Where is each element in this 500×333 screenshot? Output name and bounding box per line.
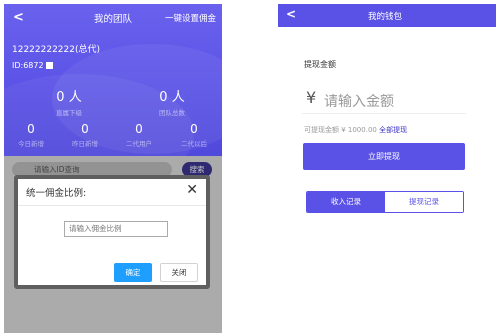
wallet-nav-bar: < 我的钱包 bbox=[278, 4, 496, 27]
stat-value: 0 人 bbox=[159, 90, 185, 105]
back-button[interactable]: < bbox=[286, 7, 296, 21]
stat-label: 今日新增 bbox=[18, 140, 44, 148]
amount-placeholder: 请输入金额 bbox=[324, 94, 394, 110]
stat-label: 直属下级 bbox=[56, 109, 82, 117]
amount-label: 提现金额 bbox=[304, 60, 336, 69]
close-button[interactable]: 关闭 bbox=[160, 263, 198, 282]
stat-after-second-gen: 0 二代以后 bbox=[166, 122, 222, 148]
tab-withdraw-records[interactable]: 提现记录 bbox=[385, 192, 463, 212]
record-tabs: 收入记录 提现记录 bbox=[306, 191, 464, 213]
stat-yesterday-new: 0 昨日新增 bbox=[58, 122, 112, 148]
wallet-page: < 我的钱包 提现金额 ¥ 请输入金额 可提现金额 ¥ 1000.00 全部提现… bbox=[278, 4, 496, 333]
amount-input[interactable]: ¥ 请输入金额 bbox=[302, 86, 466, 114]
stat-value: 0 bbox=[81, 122, 89, 136]
withdraw-button[interactable]: 立即提现 bbox=[303, 143, 465, 170]
withdraw-all-link[interactable]: 全部提现 bbox=[379, 126, 407, 134]
close-icon[interactable]: ✕ bbox=[186, 182, 198, 198]
team-page: < 我的团队 一键设置佣金 12222222222(总代) ID:6872 0 … bbox=[4, 4, 222, 333]
stat-direct-subordinates: 0 人 直属下级 bbox=[34, 86, 104, 117]
divider bbox=[18, 205, 206, 206]
currency-symbol: ¥ bbox=[306, 88, 317, 107]
stat-today-new: 0 今日新增 bbox=[4, 122, 58, 148]
stat-label: 二代用户 bbox=[126, 140, 152, 148]
available-amount-text: 可提现金额 ¥ 1000.00 bbox=[304, 126, 377, 134]
copy-icon[interactable] bbox=[45, 62, 53, 69]
stat-value: 0 bbox=[190, 122, 198, 136]
dialog-title: 统一佣金比例: bbox=[26, 188, 87, 199]
team-nav-bar: < 我的团队 一键设置佣金 bbox=[4, 4, 222, 32]
page-title: 我的钱包 bbox=[368, 12, 403, 22]
stat-second-gen: 0 二代用户 bbox=[112, 122, 166, 148]
set-all-commission-button[interactable]: 一键设置佣金 bbox=[165, 12, 216, 24]
tab-income-records[interactable]: 收入记录 bbox=[307, 192, 385, 212]
stat-value: 0 bbox=[135, 122, 143, 136]
commission-ratio-input[interactable]: 请输入佣金比例 bbox=[64, 221, 168, 237]
team-header: < 我的团队 一键设置佣金 12222222222(总代) ID:6872 0 … bbox=[4, 4, 222, 156]
screen: < 我的团队 一键设置佣金 12222222222(总代) ID:6872 0 … bbox=[0, 0, 500, 333]
confirm-button[interactable]: 确定 bbox=[114, 263, 152, 282]
stat-label: 团队总数 bbox=[159, 109, 185, 117]
commission-dialog: 统一佣金比例: ✕ 请输入佣金比例 确定 关闭 bbox=[14, 175, 210, 289]
available-amount: 可提现金额 ¥ 1000.00 全部提现 bbox=[304, 125, 407, 135]
back-button[interactable]: < bbox=[13, 10, 24, 25]
stat-label: 二代以后 bbox=[181, 140, 207, 148]
user-id-text: ID:6872 bbox=[12, 61, 44, 70]
page-title: 我的团队 bbox=[94, 14, 133, 25]
stat-label: 昨日新增 bbox=[72, 140, 98, 148]
user-name: 12222222222(总代) bbox=[12, 45, 101, 55]
stat-team-total: 0 人 团队总数 bbox=[132, 86, 212, 117]
user-id: ID:6872 bbox=[12, 61, 53, 70]
stat-value: 0 bbox=[27, 122, 35, 136]
stat-value: 0 人 bbox=[56, 90, 82, 105]
